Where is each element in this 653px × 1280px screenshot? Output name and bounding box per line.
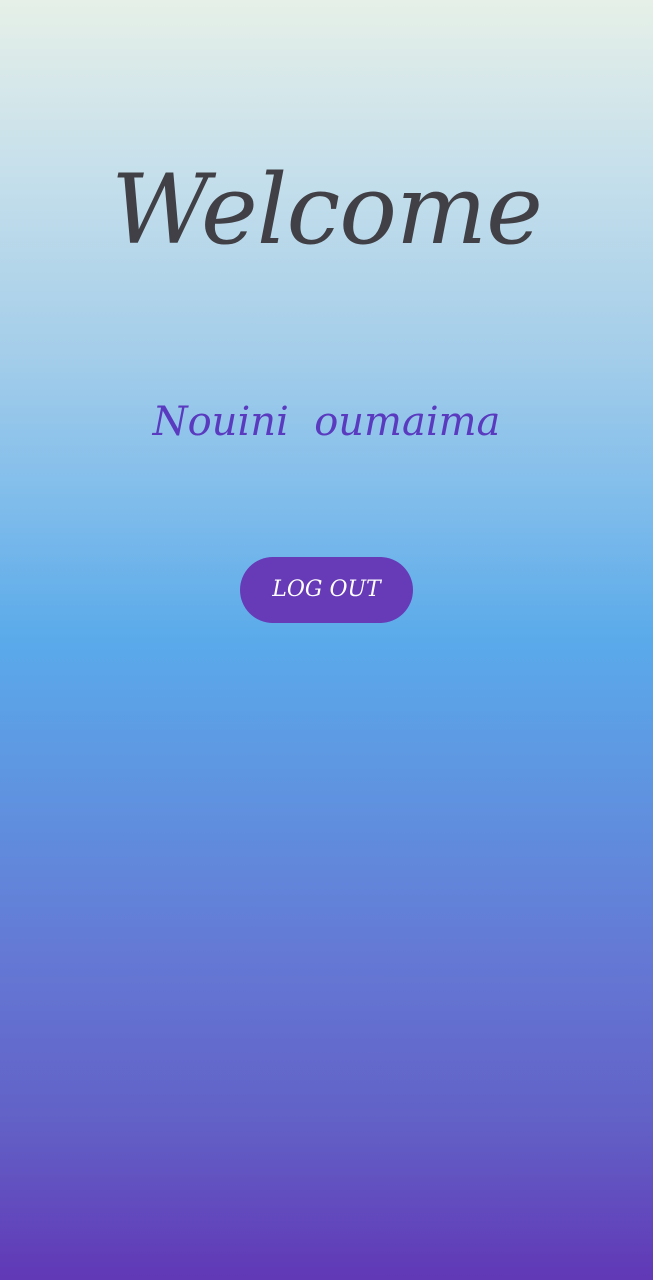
welcome-screen: Welcome Nouini oumaima LOG OUT (0, 0, 653, 1280)
user-name-label: Nouini oumaima (152, 399, 501, 445)
welcome-title: Welcome (111, 154, 543, 266)
logout-button[interactable]: LOG OUT (240, 557, 413, 623)
